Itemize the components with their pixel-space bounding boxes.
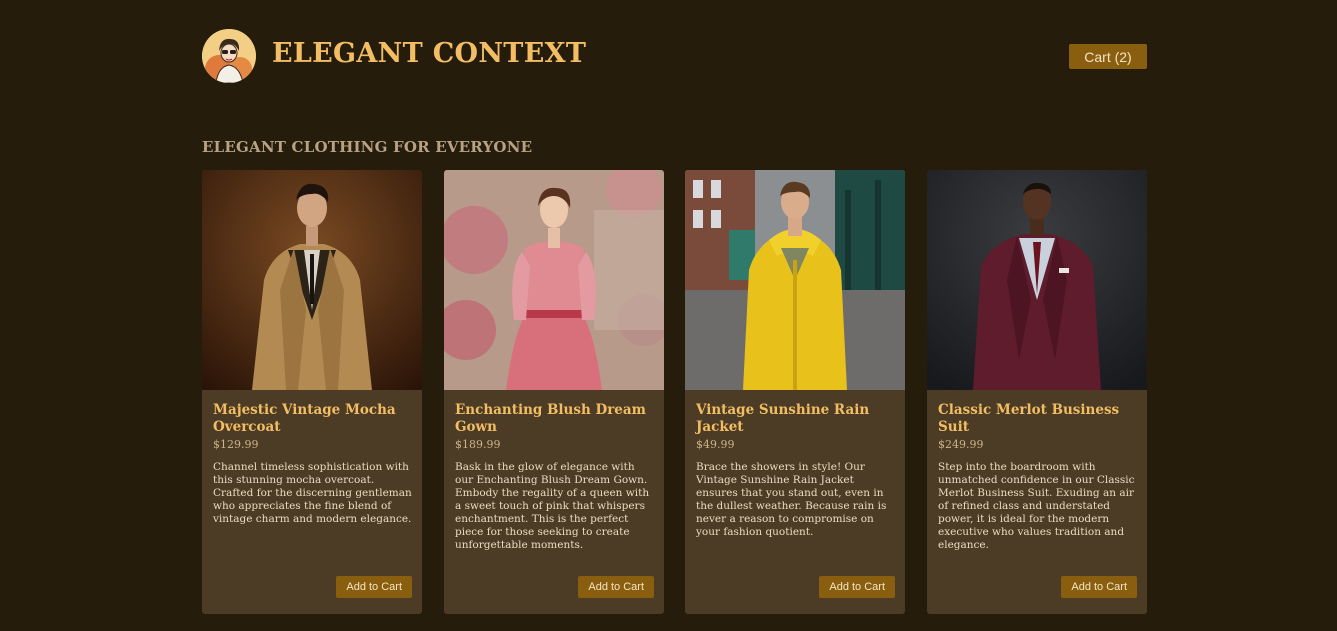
product-price: $129.99 [213, 438, 259, 451]
product-price: $189.99 [455, 438, 501, 451]
add-to-cart-button[interactable]: Add to Cart [1061, 576, 1137, 598]
product-description: Bask in the glow of elegance with our En… [455, 461, 650, 551]
cart-button[interactable]: Cart (2) [1069, 44, 1147, 69]
product-title[interactable]: Majestic Vintage Mocha Overcoat [213, 402, 413, 436]
product-card: Majestic Vintage Mocha Overcoat $129.99 … [202, 170, 422, 614]
product-info: Vintage Sunshine Rain Jacket $49.99 Brac… [696, 402, 896, 539]
vintage-woman-logo-icon [202, 29, 256, 83]
product-card: Vintage Sunshine Rain Jacket $49.99 Brac… [685, 170, 905, 614]
product-image-merlot-suit[interactable] [927, 170, 1147, 390]
add-to-cart-button[interactable]: Add to Cart [819, 576, 895, 598]
product-image-overcoat[interactable] [202, 170, 422, 390]
product-description: Brace the showers in style! Our Vintage … [696, 461, 887, 538]
site-header: ELEGANT CONTEXT Cart (2) [202, 29, 1147, 83]
product-card: Enchanting Blush Dream Gown $189.99 Bask… [444, 170, 664, 614]
product-title[interactable]: Enchanting Blush Dream Gown [455, 402, 655, 436]
brand-name[interactable]: ELEGANT CONTEXT [272, 38, 586, 69]
product-title[interactable]: Vintage Sunshine Rain Jacket [696, 402, 896, 436]
product-info: Enchanting Blush Dream Gown $189.99 Bask… [455, 402, 655, 552]
logo[interactable] [202, 29, 256, 83]
product-info: Majestic Vintage Mocha Overcoat $129.99 … [213, 402, 413, 526]
product-image-gown[interactable] [444, 170, 664, 390]
product-price: $249.99 [938, 438, 984, 451]
product-price: $49.99 [696, 438, 735, 451]
product-card: Classic Merlot Business Suit $249.99 Ste… [927, 170, 1147, 614]
product-grid: Majestic Vintage Mocha Overcoat $129.99 … [202, 170, 1147, 614]
product-description: Channel timeless sophistication with thi… [213, 461, 412, 525]
product-image-rain-jacket[interactable] [685, 170, 905, 390]
add-to-cart-button[interactable]: Add to Cart [578, 576, 654, 598]
product-description: Step into the boardroom with unmatched c… [938, 461, 1135, 551]
product-title[interactable]: Classic Merlot Business Suit [938, 402, 1138, 436]
section-title: ELEGANT CLOTHING FOR EVERYONE [202, 138, 533, 156]
product-info: Classic Merlot Business Suit $249.99 Ste… [938, 402, 1138, 552]
add-to-cart-button[interactable]: Add to Cart [336, 576, 412, 598]
